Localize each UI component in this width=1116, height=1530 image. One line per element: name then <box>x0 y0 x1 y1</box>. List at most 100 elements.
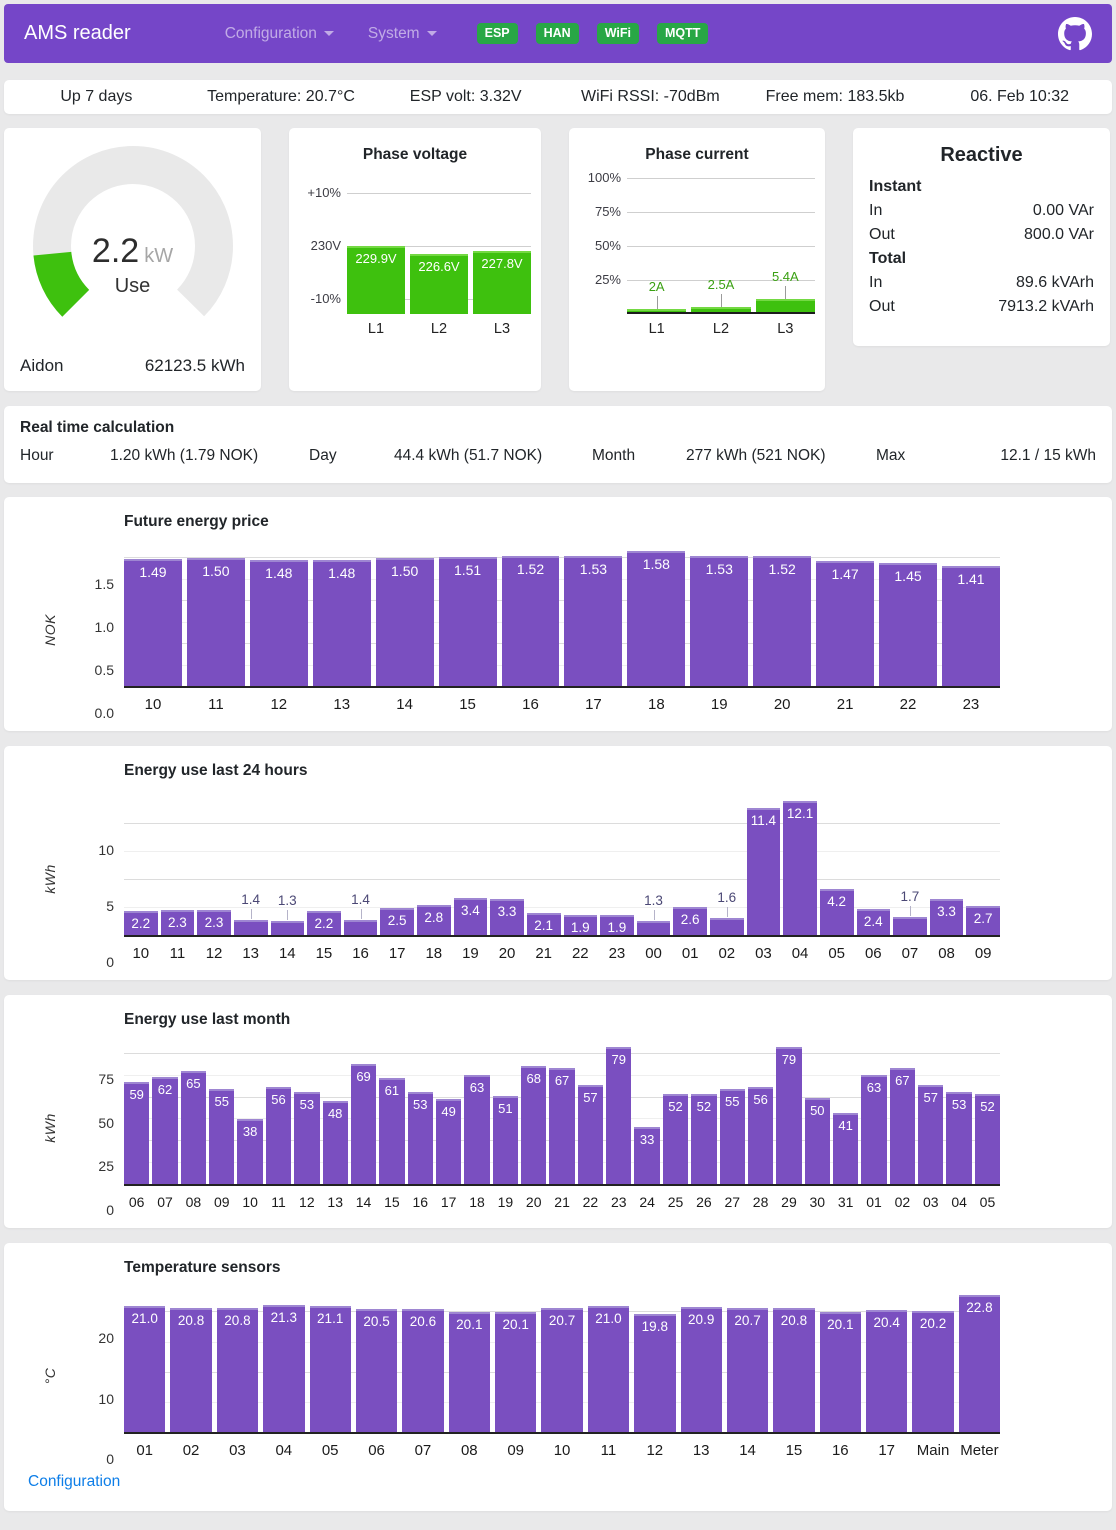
x-tick-label: 20 <box>521 1194 546 1210</box>
nav-configuration[interactable]: Configuration <box>225 25 334 43</box>
temperature-card: Temperature sensors °C0102021.020.820.82… <box>4 1243 1112 1511</box>
bar: 2.8 <box>417 905 451 936</box>
bar-column: 69 <box>351 1045 376 1185</box>
x-tick-label: 20 <box>490 945 524 962</box>
x-tick-label: L3 <box>473 321 531 337</box>
y-tick-label: 75 <box>98 1071 114 1087</box>
y-tick-label: 5 <box>106 898 114 914</box>
x-tick-label: 08 <box>930 945 964 962</box>
y-tick-label: -10% <box>311 291 341 306</box>
bar: 2.2 <box>124 911 158 936</box>
configuration-link[interactable]: Configuration <box>28 1473 120 1491</box>
x-tick-label: 01 <box>861 1194 886 1210</box>
bar <box>637 921 671 936</box>
bar: 22.8 <box>959 1295 1000 1433</box>
bar-column: 5.4A <box>756 178 815 314</box>
x-tick-label: 16 <box>408 1194 433 1210</box>
x-tick-label: 03 <box>747 945 781 962</box>
github-link[interactable] <box>1058 17 1092 51</box>
bar: 20.1 <box>820 1312 861 1433</box>
x-tick-label: 06 <box>857 945 891 962</box>
bar: 2.4 <box>857 909 891 936</box>
bar: 52 <box>691 1094 716 1185</box>
x-tick-label: 17 <box>380 945 414 962</box>
bar-column: 20.9 <box>681 1293 722 1433</box>
bar: 67 <box>549 1068 574 1185</box>
bar-value-label: 227.8V <box>473 256 531 271</box>
bar-column: 2.1 <box>527 796 561 936</box>
bar: 79 <box>776 1047 801 1185</box>
bar-column: 20.8 <box>217 1293 258 1433</box>
bar-column: 2.5 <box>380 796 414 936</box>
x-tick-label: 04 <box>783 945 817 962</box>
chart-title: Energy use last month <box>124 1011 1096 1029</box>
top-navbar: AMS reader Configuration System ESP HAN … <box>4 4 1112 63</box>
y-tick-label: 0.0 <box>95 705 114 721</box>
bar: 20.1 <box>449 1312 490 1433</box>
wifi-rssi-text: WiFi RSSI: -70dBm <box>558 88 743 106</box>
chart-title: Temperature sensors <box>124 1259 1096 1277</box>
x-tick-label: 17 <box>866 1442 907 1459</box>
bar: 3.3 <box>490 899 524 936</box>
bar-column: 2.3 <box>197 796 231 936</box>
top-cards-row: 2.2kW Use Aidon 62123.5 kWh Phase voltag… <box>4 128 1112 391</box>
bar-column: 63 <box>861 1045 886 1185</box>
bar: 49 <box>436 1099 461 1185</box>
bar-column: 12.1 <box>783 796 817 936</box>
bar: 20.8 <box>170 1308 211 1434</box>
bar <box>344 920 378 936</box>
bar-column: 62 <box>152 1045 177 1185</box>
bar: 1.48 <box>250 560 308 687</box>
x-tick-label: 12 <box>634 1442 675 1459</box>
x-tick-label: 10 <box>124 945 158 962</box>
bar: 21.0 <box>588 1306 629 1433</box>
bar-column: 20.4 <box>866 1293 907 1433</box>
bar-column: 48 <box>323 1045 348 1185</box>
x-tick-label: 07 <box>152 1194 177 1210</box>
total-energy: 62123.5 kWh <box>145 356 245 376</box>
bar-column: 55 <box>209 1045 234 1185</box>
bar: 1.53 <box>564 556 622 687</box>
bar: 1.52 <box>753 556 811 687</box>
bar-column: 1.49 <box>124 547 182 687</box>
energy-24h-chart: kWh05102.22.32.31.41.32.21.42.52.83.43.3… <box>20 796 1000 962</box>
bar-column: 49 <box>436 1045 461 1185</box>
bar-column: 57 <box>918 1045 943 1185</box>
bar-column: 1.58 <box>627 547 685 687</box>
bar: 79 <box>606 1047 631 1185</box>
x-tick-label: 15 <box>379 1194 404 1210</box>
x-tick-label: 22 <box>564 945 598 962</box>
bar: 20.8 <box>217 1308 258 1434</box>
bar: 2.1 <box>527 913 561 937</box>
x-tick-label: 31 <box>833 1194 858 1210</box>
bar-value-label: 226.6V <box>410 259 468 274</box>
bar: 33 <box>634 1127 659 1185</box>
temperature-chart: °C0102021.020.820.821.321.120.520.620.12… <box>20 1293 1000 1459</box>
bar-column: 53 <box>408 1045 433 1185</box>
x-tick-label: 28 <box>748 1194 773 1210</box>
bar-column: 20.8 <box>773 1293 814 1433</box>
nav-system[interactable]: System <box>368 25 437 43</box>
x-tick-label: 18 <box>627 696 685 713</box>
x-tick-label: 17 <box>436 1194 461 1210</box>
phase-current-card: Phase current 100%75%50%25%2A2.5A5.4AL1L… <box>569 128 825 391</box>
han-status-badge: HAN <box>536 23 579 44</box>
bar: 2.3 <box>161 910 195 936</box>
bar: 69 <box>351 1064 376 1185</box>
bar-column: 3.4 <box>454 796 488 936</box>
y-tick-label: 10 <box>98 1391 114 1407</box>
x-tick-label: 16 <box>820 1442 861 1459</box>
bar-column: 1.48 <box>313 547 371 687</box>
bar-column: 56 <box>266 1045 291 1185</box>
bar: 1.9 <box>600 915 634 936</box>
bar: 3.3 <box>930 899 964 936</box>
x-tick-label: 07 <box>402 1442 443 1459</box>
gauge-mode-label: Use <box>33 275 233 298</box>
bar: 53 <box>294 1092 319 1185</box>
x-tick-label: 29 <box>776 1194 801 1210</box>
chevron-down-icon <box>427 31 437 36</box>
x-tick-label: 15 <box>307 945 341 962</box>
bar-value-label: 1.7 <box>887 889 933 904</box>
app-brand[interactable]: AMS reader <box>24 22 131 45</box>
chevron-down-icon <box>324 31 334 36</box>
